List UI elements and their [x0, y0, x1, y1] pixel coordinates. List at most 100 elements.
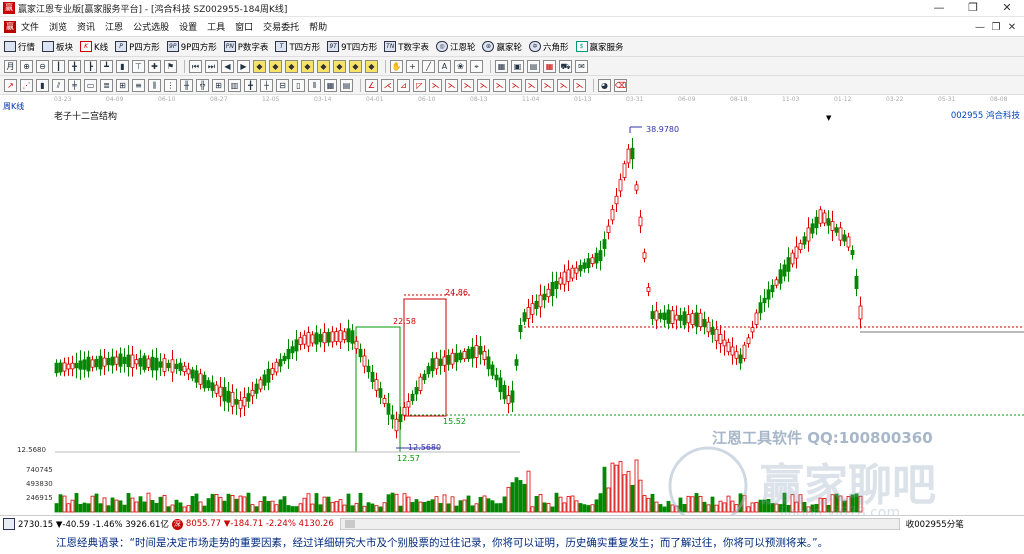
car-icon[interactable]: ⛟ — [559, 59, 572, 73]
gann-tool-19-icon[interactable]: ▯ — [292, 78, 305, 92]
ruler-icon[interactable]: ⊤ — [132, 59, 145, 73]
cross-icon[interactable]: ✚ — [148, 59, 161, 73]
toolbar-p-square-button[interactable]: P P四方形 — [115, 41, 160, 53]
gann-tool-7-icon[interactable]: ≣ — [100, 78, 113, 92]
gann-tool-20-icon[interactable]: ⫴ — [308, 78, 321, 92]
gann-tool-11-icon[interactable]: ⋮ — [164, 78, 177, 92]
zoom-out-icon[interactable]: ⊖ — [36, 59, 49, 73]
hand-icon[interactable]: ✋ — [390, 59, 403, 73]
move-down-icon[interactable]: ◆ — [301, 59, 314, 73]
menu-trade[interactable]: 交易委托 — [263, 20, 299, 33]
gann-box-icon[interactable]: ◸ — [413, 78, 426, 92]
menu-browse[interactable]: 浏览 — [49, 20, 67, 33]
toolbar-t-square-button[interactable]: T T四方形 — [275, 41, 320, 53]
text-icon[interactable]: A — [438, 59, 451, 73]
fit-icon[interactable]: ◆ — [349, 59, 362, 73]
gann-fan2-icon[interactable]: ⋋ — [429, 78, 442, 92]
zoom-in-icon[interactable]: ⊕ — [20, 59, 33, 73]
stock-code-label[interactable]: 002955 鸿合科技 — [951, 109, 1020, 121]
gann-tool-6-icon[interactable]: ▭ — [84, 78, 97, 92]
gann-tool-21-icon[interactable]: ▦ — [324, 78, 337, 92]
menu-help[interactable]: 帮助 — [309, 20, 327, 33]
gann-tool-9-icon[interactable]: ≡ — [132, 78, 145, 92]
gann-tool-15-icon[interactable]: ▥ — [228, 78, 241, 92]
gann-tool-4-icon[interactable]: ⫽ — [52, 78, 65, 92]
reset-icon[interactable]: ◆ — [365, 59, 378, 73]
close-button[interactable]: ✕ — [990, 0, 1024, 17]
restore-button[interactable]: ❐ — [956, 0, 990, 17]
crosshair-icon[interactable]: + — [406, 59, 419, 73]
menu-formula[interactable]: 公式选股 — [133, 20, 169, 33]
mdi-restore-button[interactable]: ❐ — [988, 22, 1004, 33]
gann-fan3-icon[interactable]: ⋋ — [445, 78, 458, 92]
minimize-button[interactable]: — — [922, 0, 956, 17]
gann-fan-icon[interactable]: ⋌ — [381, 78, 394, 92]
screen-icon[interactable]: ▤ — [527, 59, 540, 73]
period-select-icon[interactable]: 月 — [4, 59, 17, 73]
menu-news[interactable]: 资讯 — [77, 20, 95, 33]
doc-icon[interactable]: 赢 — [4, 20, 16, 33]
menu-file[interactable]: 文件 — [21, 20, 39, 33]
scroll-thumb[interactable] — [344, 520, 355, 528]
left-icon[interactable]: ◀ — [221, 59, 234, 73]
menu-tools[interactable]: 工具 — [207, 20, 225, 33]
candle2-icon[interactable]: ╋ — [68, 59, 81, 73]
menu-settings[interactable]: 设置 — [179, 20, 197, 33]
eraser-icon[interactable]: ⌫ — [614, 78, 627, 92]
move-left-icon[interactable]: ◆ — [253, 59, 266, 73]
toolbar-t-number-button[interactable]: TN T数字表 — [384, 41, 429, 53]
toolbar-p-number-button[interactable]: PN P数字表 — [223, 41, 268, 53]
dropdown-arrow-icon[interactable]: ▼ — [826, 114, 831, 122]
gann-tool-13-icon[interactable]: ╬ — [196, 78, 209, 92]
bar-icon[interactable]: ┣ — [84, 59, 97, 73]
menu-window[interactable]: 窗口 — [235, 20, 253, 33]
gann-grid-icon[interactable]: ⊿ — [397, 78, 410, 92]
data-icon[interactable]: ▦ — [495, 59, 508, 73]
gann-fan6-icon[interactable]: ⋋ — [493, 78, 506, 92]
expand-icon[interactable]: ◆ — [333, 59, 346, 73]
chat-icon[interactable]: ✉ — [575, 59, 588, 73]
gann-tool-16-icon[interactable]: ╋ — [244, 78, 257, 92]
gann-tool-1-icon[interactable]: ↗ — [4, 78, 17, 92]
gann-tool-17-icon[interactable]: ┼ — [260, 78, 273, 92]
move-up-icon[interactable]: ◆ — [285, 59, 298, 73]
move-right-icon[interactable]: ◆ — [269, 59, 282, 73]
candle-icon[interactable]: ┃ — [52, 59, 65, 73]
trend-icon[interactable]: ╱ — [422, 59, 435, 73]
compass-icon[interactable]: ⌖ — [470, 59, 483, 73]
toolbar-sectors-button[interactable]: 板块 — [42, 41, 73, 53]
gann-fan10-icon[interactable]: ⋋ — [557, 78, 570, 92]
gann-fan5-icon[interactable]: ⋋ — [477, 78, 490, 92]
gann-angle-icon[interactable]: ∠ — [365, 78, 378, 92]
menu-gann[interactable]: 江恩 — [105, 20, 123, 33]
gann-tool-10-icon[interactable]: ⫼ — [148, 78, 161, 92]
grid-icon[interactable] — [3, 518, 15, 530]
gann-tool-18-icon[interactable]: ⊟ — [276, 78, 289, 92]
alert-icon[interactable]: ▦ — [543, 59, 556, 73]
toolbar-quotes-button[interactable]: 行情 — [4, 41, 35, 53]
last-icon[interactable]: ⏭ — [205, 59, 218, 73]
toolbar-kline-button[interactable]: K K线 — [80, 41, 108, 53]
first-icon[interactable]: ⏮ — [189, 59, 202, 73]
volume-icon[interactable]: ▮ — [116, 59, 129, 73]
toolbar-9p-square-button[interactable]: 9P 9P四方形 — [166, 41, 217, 53]
gann-tool-14-icon[interactable]: ⊞ — [212, 78, 225, 92]
gift-icon[interactable]: ❀ — [454, 59, 467, 73]
gann-fan8-icon[interactable]: ⋋ — [525, 78, 538, 92]
line-icon[interactable]: ┻ — [100, 59, 113, 73]
gann-tool-3-icon[interactable]: ▮ — [36, 78, 49, 92]
chart-area[interactable]: 38.9780 12.5680 12.57 24.86 22.58 15.52 … — [0, 102, 1024, 521]
gann-fan11-icon[interactable]: ⋋ — [573, 78, 586, 92]
shrink-icon[interactable]: ◆ — [317, 59, 330, 73]
mdi-close-button[interactable]: ✕ — [1004, 22, 1020, 33]
gann-tool-12-icon[interactable]: ╫ — [180, 78, 193, 92]
gann-tool-22-icon[interactable]: ▤ — [340, 78, 353, 92]
flag-icon[interactable]: ⚑ — [164, 59, 177, 73]
toolbar-hexagon-button[interactable]: ✡ 六角形 — [528, 41, 569, 53]
color-wheel-icon[interactable]: ◕ — [598, 78, 611, 92]
mdi-minimize-button[interactable]: — — [972, 22, 988, 33]
toolbar-gann-wheel-button[interactable]: ◎ 江恩轮 — [435, 41, 475, 53]
gann-fan4-icon[interactable]: ⋋ — [461, 78, 474, 92]
horizontal-scrollbar[interactable] — [339, 518, 900, 530]
toolbar-service-button[interactable]: $ 赢家服务 — [575, 41, 624, 53]
